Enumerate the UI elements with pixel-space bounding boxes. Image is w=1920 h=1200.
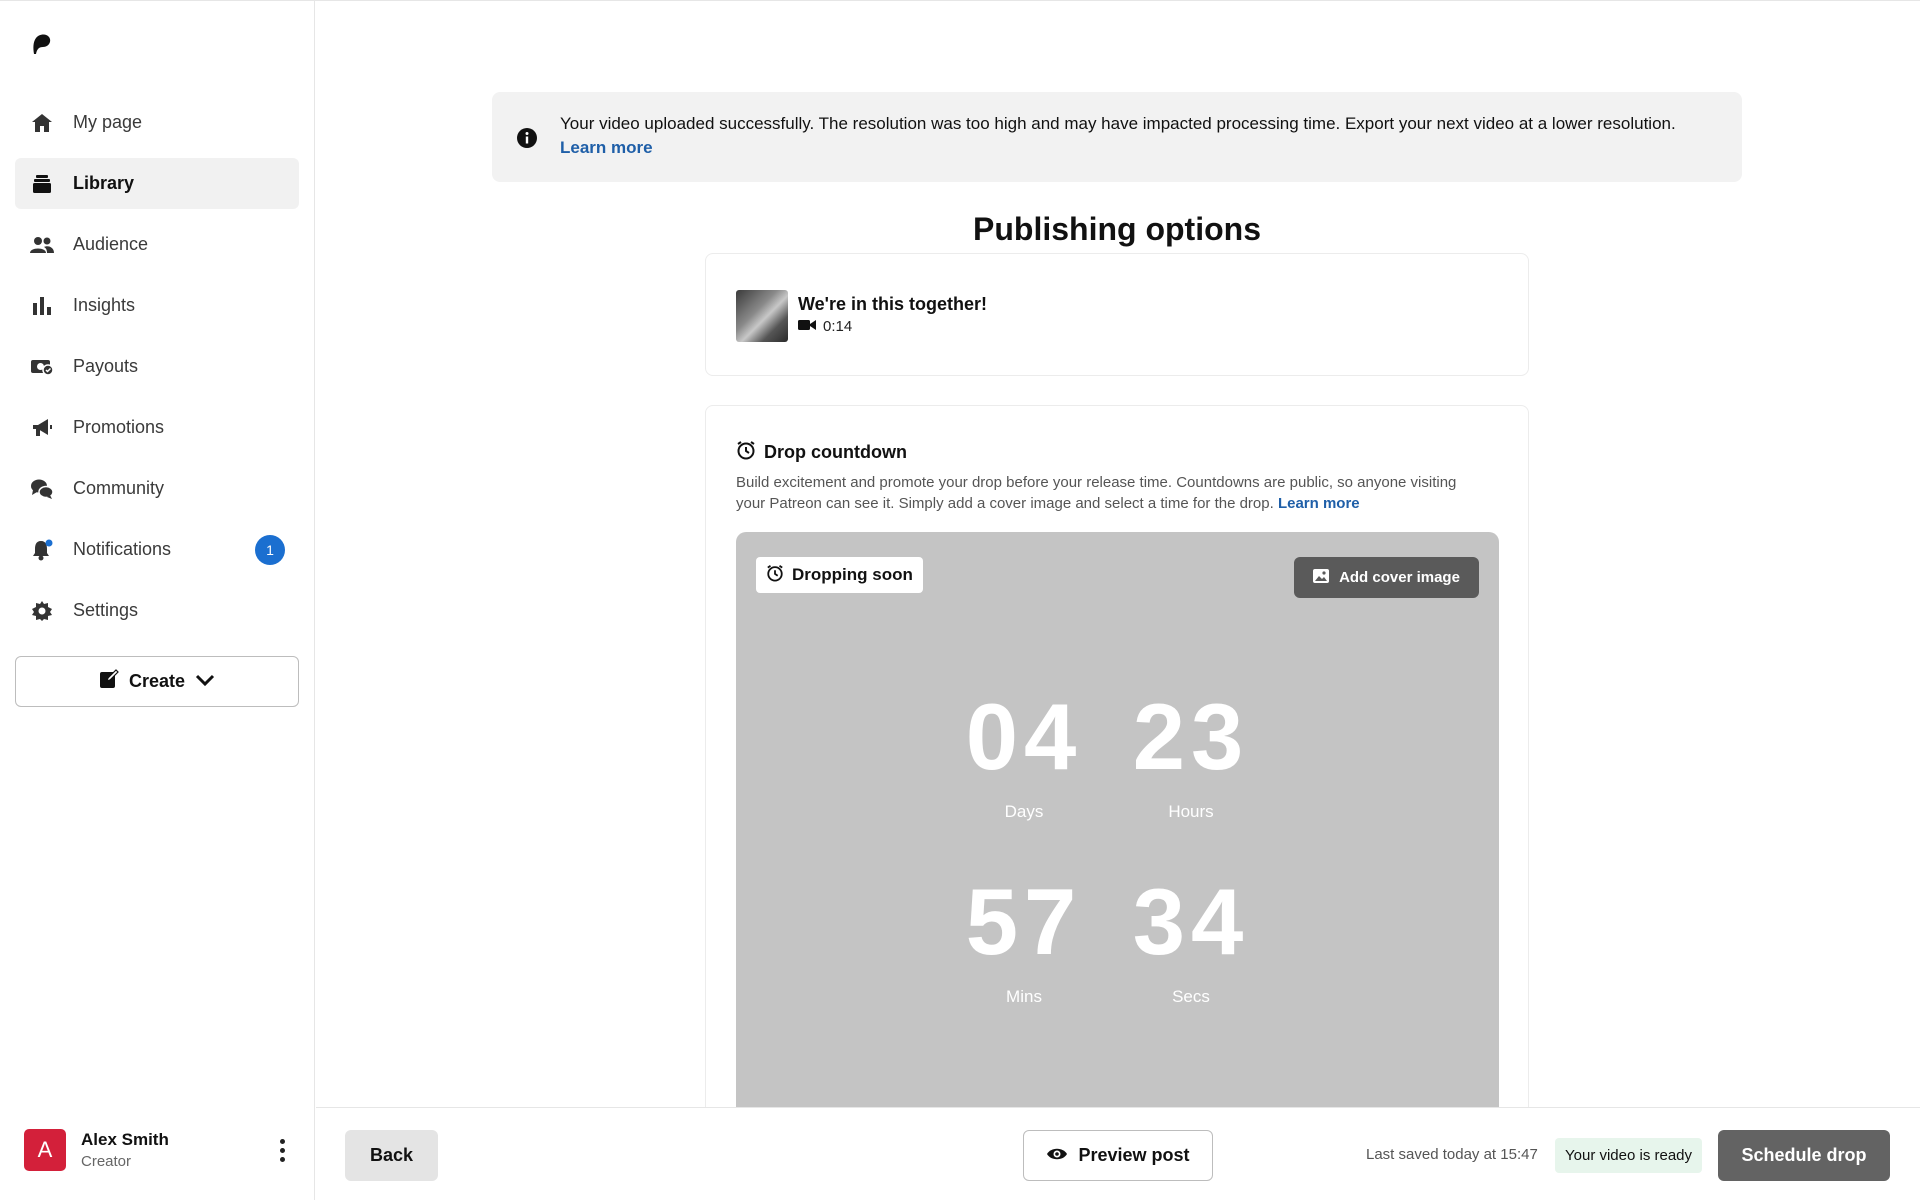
sidebar-item-label: Audience [73, 234, 149, 254]
preview-post-label: Preview post [1078, 1145, 1190, 1165]
countdown-days-label: Days [1004, 802, 1044, 821]
sidebar-item-label: Promotions [73, 417, 165, 437]
library-icon [30, 172, 54, 196]
create-label: Create [128, 671, 186, 691]
back-button[interactable]: Back [345, 1130, 438, 1181]
user-role: Creator [81, 1153, 132, 1170]
user-name: Alex Smith [81, 1130, 169, 1149]
banner-message: Your video uploaded successfully. The re… [560, 114, 1676, 133]
post-title: We're in this together! [798, 294, 987, 314]
user-info: Alex Smith Creator [81, 1130, 169, 1170]
countdown-days: 04 Days [949, 690, 1099, 822]
sidebar: My page Library Audience Insights Payout… [0, 1, 315, 1200]
megaphone-icon [30, 416, 54, 440]
countdown-secs-label: Secs [1172, 987, 1210, 1006]
sidebar-item-label: Insights [73, 295, 136, 315]
payouts-icon [30, 355, 54, 379]
countdown-mins-label: Mins [1006, 987, 1042, 1006]
sidebar-item-label: Community [73, 478, 165, 498]
upload-success-banner: Your video uploaded successfully. The re… [492, 92, 1742, 182]
video-ready-status: Your video is ready [1555, 1138, 1703, 1173]
sidebar-item-my-page[interactable]: My page [15, 97, 299, 148]
create-button[interactable]: Create [15, 656, 299, 707]
add-cover-image-label: Add cover image [1339, 569, 1460, 586]
countdown-hours-value: 23 [1132, 684, 1250, 789]
countdown-mins: 57 Mins [949, 875, 1099, 1007]
post-summary-card: We're in this together! 0:14 [705, 253, 1529, 376]
last-saved-text: Last saved today at 15:47 [1366, 1146, 1538, 1163]
info-icon [517, 128, 537, 148]
banner-text: Your video uploaded successfully. The re… [560, 112, 1690, 160]
sidebar-item-library[interactable]: Library [15, 158, 299, 209]
insights-icon [30, 294, 54, 318]
sidebar-nav: My page Library Audience Insights Payout… [15, 97, 299, 646]
eye-icon [1046, 1145, 1068, 1166]
drop-countdown-title: Drop countdown [764, 442, 907, 462]
sidebar-item-community[interactable]: Community [15, 463, 299, 514]
add-cover-image-button[interactable]: Add cover image [1294, 557, 1479, 598]
page-title: Publishing options [973, 211, 1261, 247]
sidebar-item-insights[interactable]: Insights [15, 280, 299, 331]
sidebar-item-audience[interactable]: Audience [15, 219, 299, 270]
post-meta: 0:14 [798, 318, 852, 335]
banner-learn-more-link[interactable]: Learn more [560, 138, 653, 157]
home-icon [30, 111, 54, 135]
countdown-timer-icon [736, 440, 756, 465]
countdown-timer-icon [766, 564, 784, 587]
sidebar-item-label: Notifications [73, 539, 172, 559]
preview-post-button[interactable]: Preview post [1023, 1130, 1213, 1181]
sidebar-item-label: My page [73, 112, 143, 132]
countdown-secs: 34 Secs [1116, 875, 1266, 1007]
countdown-mins-value: 57 [965, 869, 1083, 974]
drop-learn-more-link[interactable]: Learn more [1278, 495, 1360, 512]
sidebar-item-label: Settings [73, 600, 139, 620]
video-thumbnail[interactable] [736, 290, 788, 342]
gear-icon [30, 599, 54, 623]
countdown-hours-label: Hours [1168, 802, 1214, 821]
image-icon [1313, 568, 1330, 587]
avatar[interactable]: A [24, 1129, 66, 1171]
sidebar-item-payouts[interactable]: Payouts [15, 341, 299, 392]
notification-count-badge: 1 [255, 535, 285, 565]
countdown-preview: Dropping soon Add cover image 04 Days 23… [736, 532, 1499, 1124]
user-profile[interactable]: A Alex Smith Creator [24, 1128, 294, 1172]
sidebar-item-label: Payouts [73, 356, 139, 376]
countdown-secs-value: 34 [1132, 869, 1250, 974]
audience-icon [30, 233, 54, 257]
footer-action-bar: Back Preview post Last saved today at 15… [316, 1107, 1920, 1200]
chat-icon [30, 477, 54, 501]
countdown-days-value: 04 [965, 684, 1083, 789]
drop-countdown-description: Build excitement and promote your drop b… [736, 472, 1476, 514]
sidebar-item-notifications[interactable]: Notifications 1 [15, 524, 299, 575]
app-root: My page Library Audience Insights Payout… [0, 0, 1920, 1200]
chevron-down-icon [195, 671, 215, 692]
countdown-hours: 23 Hours [1116, 690, 1266, 822]
sidebar-item-promotions[interactable]: Promotions [15, 402, 299, 453]
video-camera-icon [798, 318, 816, 335]
sidebar-item-settings[interactable]: Settings [15, 585, 299, 636]
video-duration: 0:14 [823, 318, 853, 335]
sidebar-item-label: Library [73, 173, 135, 193]
more-options-icon[interactable] [270, 1136, 294, 1164]
edit-icon [99, 669, 119, 694]
drop-countdown-header: Drop countdown [736, 440, 907, 465]
bell-icon [30, 538, 54, 562]
patreon-logo-icon[interactable] [30, 32, 52, 56]
dropping-soon-pill: Dropping soon [756, 557, 923, 593]
dropping-soon-label: Dropping soon [792, 565, 913, 584]
schedule-drop-button[interactable]: Schedule drop [1718, 1130, 1890, 1181]
drop-countdown-card: Drop countdown Build excitement and prom… [705, 405, 1529, 1125]
